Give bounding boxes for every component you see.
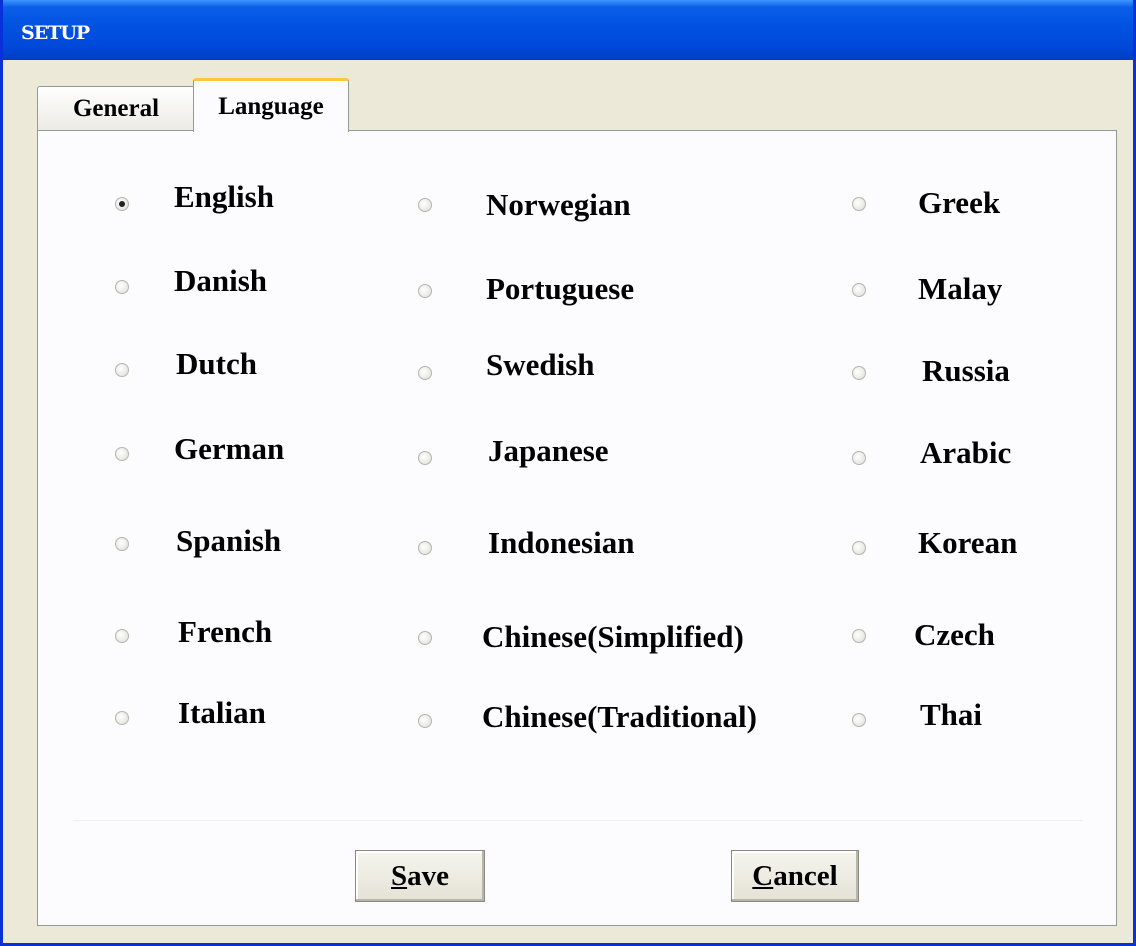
radio-button[interactable]	[418, 198, 432, 212]
window-title: SETUP	[21, 22, 90, 44]
radio-button[interactable]	[418, 284, 432, 298]
language-label: French	[178, 614, 273, 649]
language-label: Chinese(Simplified)	[482, 619, 744, 654]
radio-dutch[interactable]	[115, 363, 129, 377]
radio-button[interactable]	[852, 451, 866, 465]
radio-button[interactable]	[115, 711, 129, 725]
radio-button[interactable]	[418, 451, 432, 465]
cancel-button[interactable]: Cancel	[731, 850, 859, 902]
radio-button[interactable]	[852, 197, 866, 211]
radio-button[interactable]	[852, 713, 866, 727]
radio-button[interactable]	[418, 541, 432, 555]
radio-button[interactable]	[115, 447, 129, 461]
language-label: Greek	[918, 185, 1001, 220]
radio-french[interactable]	[115, 629, 129, 643]
radio-button-selected[interactable]	[115, 197, 129, 211]
tab-language[interactable]: Language	[193, 78, 349, 132]
radio-russia[interactable]	[852, 366, 866, 380]
language-label: Danish	[174, 263, 268, 298]
language-panel: English Danish Dutch German Spanish Fren…	[37, 130, 1117, 926]
language-label: Dutch	[176, 346, 257, 381]
radio-english[interactable]	[115, 197, 129, 211]
radio-button[interactable]	[852, 629, 866, 643]
language-label: German	[174, 431, 285, 466]
radio-chinese-traditional[interactable]	[418, 714, 432, 728]
radio-chinese-simplified[interactable]	[418, 631, 432, 645]
language-label: English	[174, 179, 274, 214]
language-label: Russia	[922, 353, 1010, 388]
save-button[interactable]: Save	[355, 850, 485, 902]
radio-button[interactable]	[852, 541, 866, 555]
language-label: Japanese	[488, 433, 609, 468]
radio-swedish[interactable]	[418, 366, 432, 380]
language-label: Swedish	[486, 347, 595, 382]
radio-spanish[interactable]	[115, 537, 129, 551]
language-label: Malay	[918, 271, 1003, 306]
language-label: Thai	[920, 697, 983, 732]
radio-danish[interactable]	[115, 280, 129, 294]
radio-japanese[interactable]	[418, 451, 432, 465]
radio-button[interactable]	[418, 631, 432, 645]
language-label: Norwegian	[486, 187, 631, 222]
cancel-mnemonic: C	[752, 859, 774, 892]
radio-button[interactable]	[115, 280, 129, 294]
language-label: Italian	[178, 695, 266, 730]
language-label: Portuguese	[486, 271, 635, 306]
language-label: Indonesian	[488, 525, 635, 560]
radio-button[interactable]	[418, 714, 432, 728]
language-label: Spanish	[176, 523, 282, 558]
radio-button[interactable]	[418, 366, 432, 380]
radio-korean[interactable]	[852, 541, 866, 555]
radio-arabic[interactable]	[852, 451, 866, 465]
save-mnemonic: S	[390, 859, 408, 892]
language-label: Chinese(Traditional)	[482, 699, 757, 734]
radio-italian[interactable]	[115, 711, 129, 725]
radio-german[interactable]	[115, 447, 129, 461]
title-bar[interactable]: SETUP	[3, 0, 1133, 60]
cancel-label-rest: ancel	[773, 859, 838, 892]
radio-indonesian[interactable]	[418, 541, 432, 555]
radio-thai[interactable]	[852, 713, 866, 727]
tab-general[interactable]: General	[37, 86, 195, 130]
radio-norwegian[interactable]	[418, 198, 432, 212]
divider	[73, 820, 1083, 821]
radio-button[interactable]	[115, 629, 129, 643]
save-label-rest: ave	[407, 859, 449, 892]
language-label: Czech	[914, 617, 995, 652]
radio-button[interactable]	[115, 363, 129, 377]
radio-button[interactable]	[852, 366, 866, 380]
language-label: Korean	[918, 525, 1018, 560]
radio-malay[interactable]	[852, 283, 866, 297]
language-label: Arabic	[920, 435, 1012, 470]
radio-czech[interactable]	[852, 629, 866, 643]
radio-button[interactable]	[115, 537, 129, 551]
radio-greek[interactable]	[852, 197, 866, 211]
radio-button[interactable]	[852, 283, 866, 297]
setup-window: SETUP General Language English Danish Du…	[0, 0, 1136, 946]
radio-portuguese[interactable]	[418, 284, 432, 298]
